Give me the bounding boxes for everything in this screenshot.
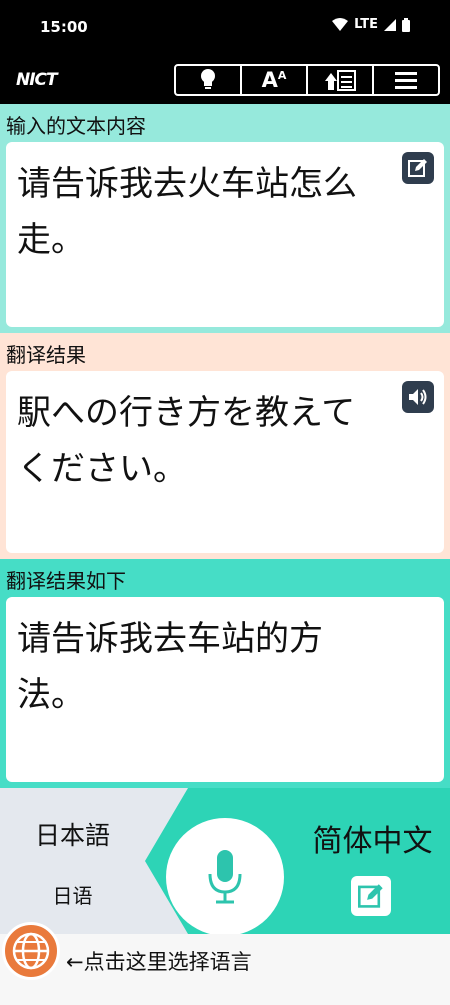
microphone-button[interactable] [166, 818, 284, 936]
status-icons: LTE [332, 17, 410, 32]
language-select-hint[interactable]: ←点击这里选择语言 [66, 946, 252, 976]
microphone-icon [208, 850, 242, 904]
back-translation-card: 请告诉我去车站的方法。 [6, 597, 444, 782]
input-card[interactable]: 请告诉我去火车站怎么走。 [6, 142, 444, 327]
battery-icon [402, 17, 410, 32]
input-text: 请告诉我去火车站怎么走。 [17, 164, 357, 260]
result-card: 駅への行き方を教えてください。 [6, 371, 444, 553]
tips-button[interactable] [176, 66, 242, 94]
status-time: 15:00 [40, 18, 88, 36]
upload-list-icon [325, 70, 356, 91]
globe-icon [12, 932, 50, 970]
edit-icon [358, 884, 383, 908]
back-translation-label: 翻译结果如下 [6, 569, 126, 593]
footer: ←点击这里选择语言 [0, 922, 450, 1005]
network-label: LTE [354, 17, 378, 32]
result-section-label: 翻译结果 [6, 343, 86, 367]
target-language[interactable]: 简体中文 [300, 816, 445, 860]
toolbar: AA [174, 64, 440, 96]
language-select-button[interactable] [2, 922, 60, 980]
font-size-icon: AA [261, 68, 287, 92]
edit-input-button[interactable] [402, 152, 434, 184]
speaker-icon [409, 389, 427, 405]
back-translation-text: 请告诉我去车站的方法。 [17, 619, 323, 715]
language-bar: 日本語 日语 简体中文 [0, 788, 450, 936]
history-button[interactable] [308, 66, 374, 94]
source-language-panel[interactable] [0, 788, 188, 934]
wifi-icon [332, 17, 349, 31]
keyboard-input-button[interactable] [351, 876, 391, 916]
signal-icon [384, 18, 396, 31]
input-section-label: 输入的文本内容 [6, 114, 146, 138]
lightbulb-icon [201, 69, 215, 89]
menu-icon [395, 72, 417, 89]
back-translation-section: 翻译结果如下 请告诉我去车站的方法。 [0, 559, 450, 788]
result-text: 駅への行き方を教えてください。 [17, 393, 356, 489]
font-size-button[interactable]: AA [242, 66, 308, 94]
speak-result-button[interactable] [402, 381, 434, 413]
app-logo: NICT [16, 70, 58, 90]
source-language-sub: 日语 [52, 884, 93, 908]
input-section: 输入的文本内容 请告诉我去火车站怎么走。 [0, 104, 450, 333]
edit-icon [408, 159, 427, 177]
source-language[interactable]: 日本語 [0, 816, 145, 852]
result-section: 翻译结果 駅への行き方を教えてください。 [0, 333, 450, 559]
menu-button[interactable] [374, 66, 438, 94]
status-bar: 15:00 LTE [0, 0, 450, 56]
